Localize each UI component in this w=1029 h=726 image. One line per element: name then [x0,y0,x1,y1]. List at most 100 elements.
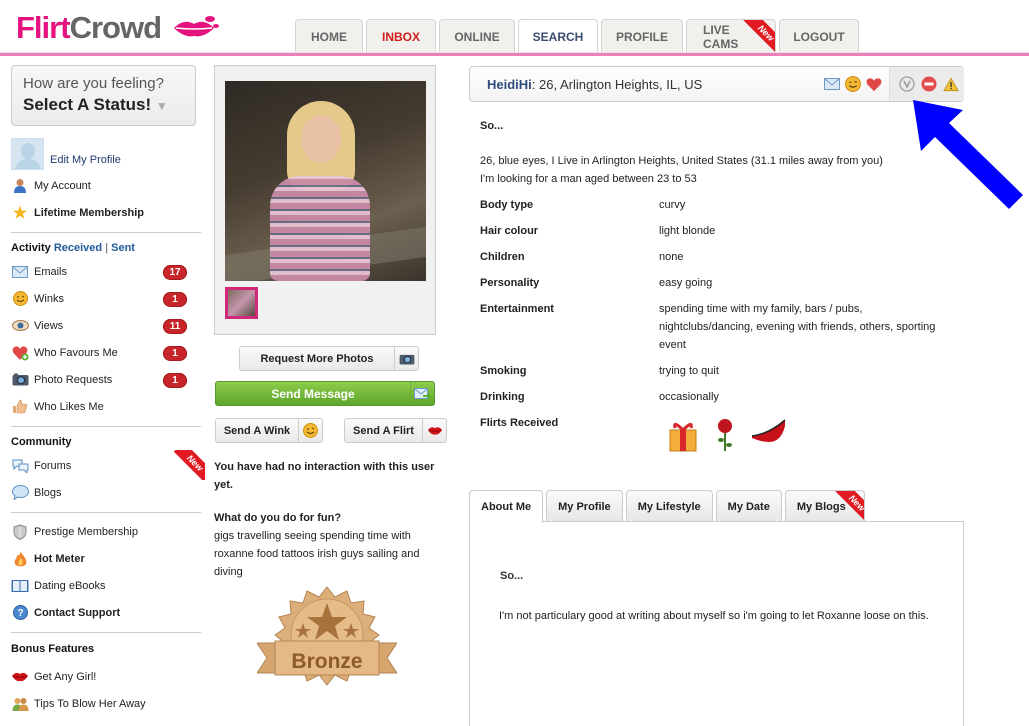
heart-plus-icon [11,345,29,361]
envelope-icon [11,264,29,280]
fun-question: What do you do for fun? [214,512,342,524]
attribute-row: Entertainment spending time with my famil… [480,303,936,351]
block-icon[interactable] [921,76,937,92]
help-icon: ? [11,605,29,621]
bio-line: 26, blue eyes, I Live in Arlington Heigh… [480,155,883,167]
count-badge: 1 [163,373,187,388]
attribute-row: Personality easy going [480,277,713,289]
nav-tab-inbox[interactable]: INBOX [366,19,436,53]
count-badge: 1 [163,346,187,361]
profile-details: So... 26, blue eyes, I Live in Arlington… [480,120,960,460]
profile-photo[interactable] [225,81,426,281]
sidebar-item-contact-support[interactable]: ? Contact Support [11,599,201,626]
bonus-features-heading: Bonus Features [11,643,95,655]
site-header: FlirtCrowd HOME INBOX ONLINE SEARCH PROF… [0,0,1029,58]
bronze-badge-icon: Bronze [257,586,397,686]
tab-about-me[interactable]: About Me [469,490,544,523]
attribute-row: Body type curvy [480,199,686,211]
sidebar-item-tips[interactable]: Tips To Blow Her Away [11,690,201,717]
sidebar-item-emails[interactable]: Emails 17 [11,258,201,285]
sidebar-item-views[interactable]: Views 11 [11,312,201,339]
sidebar-item-blogs[interactable]: Blogs [11,479,201,506]
flame-icon [11,551,29,567]
report-warning-icon[interactable] [943,76,959,92]
thumbs-up-icon [11,399,29,415]
svg-text:?: ? [17,608,23,619]
status-selector[interactable]: How are you feeling? Select A Status! ▼ [11,65,196,126]
speech-bubble-icon [11,485,29,501]
site-logo[interactable]: FlirtCrowd [16,10,162,46]
fun-answer: gigs travelling seeing spending time wit… [214,530,420,578]
request-more-photos-button[interactable]: Request More Photos [239,346,419,371]
activity-sent-link[interactable]: Sent [111,242,135,254]
rose-icon [718,419,732,451]
count-badge: 11 [163,319,187,334]
camera-icon [11,372,29,388]
intro-heading: So... [480,120,504,132]
sidebar-item-who-favours-me[interactable]: Who Favours Me 1 [11,339,201,366]
star-icon: ★ [12,204,28,222]
activity-heading: Activity Received | Sent [11,242,135,254]
profile-header-bar: HeidiHi: 26, Arlington Heights, IL, US [469,66,964,102]
sidebar-item-photo-requests[interactable]: Photo Requests 1 [11,366,201,393]
sidebar-item-who-likes-me[interactable]: Who Likes Me [11,393,201,420]
user-icon [11,178,29,194]
nav-tab-profile[interactable]: PROFILE [601,19,683,53]
send-wink-button[interactable]: Send A Wink [215,418,323,443]
sidebar-item-forums[interactable]: Forums New [11,450,205,480]
photo-thumbnail[interactable] [225,287,258,319]
nav-tab-online[interactable]: ONLINE [439,19,515,53]
activity-received-link[interactable]: Received [54,242,102,254]
sidebar-item-winks[interactable]: Winks 1 [11,285,201,312]
wink-smiley-icon [11,291,29,307]
photo-panel [214,65,436,335]
lips-icon [422,419,446,442]
sidebar-item-get-any-girl[interactable]: Get Any Girl! [11,663,201,690]
nav-tab-live-cams[interactable]: LIVE CAMS New [686,19,776,53]
tab-my-date[interactable]: My Date [715,490,782,523]
sidebar-item-lifetime-membership[interactable]: ★ Lifetime Membership [11,199,201,226]
tab-my-lifestyle[interactable]: My Lifestyle [625,490,713,523]
wink-smiley-icon [298,419,322,442]
send-flirt-button[interactable]: Send A Flirt [344,418,447,443]
interaction-status: You have had no interaction with this us… [214,461,435,491]
lips-icon [11,669,29,685]
community-heading: Community [11,436,72,448]
send-envelope-icon [410,382,434,405]
edit-profile-link[interactable]: Edit My Profile [11,138,201,172]
about-heading: So... [500,570,524,582]
shield-icon [11,523,29,540]
envelope-icon[interactable] [824,76,840,92]
sidebar-item-hot-meter[interactable]: Hot Meter [11,545,201,572]
looking-for-line: I'm looking for a man aged between 23 to… [480,173,697,185]
status-select[interactable]: Select A Status! ▼ [23,95,184,115]
avatar [11,138,44,170]
sidebar-item-my-account[interactable]: My Account [11,172,201,199]
new-ribbon: New [173,450,205,480]
heart-icon[interactable] [866,76,882,92]
lingerie-icon [751,419,786,442]
nav-tab-home[interactable]: HOME [295,19,363,53]
forums-icon [11,458,29,474]
sidebar-item-prestige-membership[interactable]: Prestige Membership [11,518,201,545]
wink-smiley-icon[interactable] [845,76,861,92]
username[interactable]: HeidiHi [487,77,532,92]
book-icon [11,578,29,594]
nav-tab-search[interactable]: SEARCH [518,19,598,54]
verify-icon[interactable] [899,76,915,92]
count-badge: 17 [163,265,187,280]
send-message-button[interactable]: Send Message [215,381,435,406]
attribute-row: Children none [480,251,684,263]
chevron-down-icon: ▼ [155,99,168,113]
tab-my-blogs[interactable]: My Blogs New [784,490,865,523]
tab-my-profile[interactable]: My Profile [546,490,623,523]
sidebar-item-dating-ebooks[interactable]: Dating eBooks [11,572,201,599]
status-question: How are you feeling? [23,75,164,92]
couple-icon [11,696,29,712]
nav-tab-logout[interactable]: LOGOUT [779,19,859,53]
eye-icon [11,318,29,334]
gift-icon [669,423,697,452]
about-text: I'm not particulary good at writing abou… [499,610,929,622]
attribute-row: Drinking occasionally [480,391,719,403]
divider [11,426,201,427]
